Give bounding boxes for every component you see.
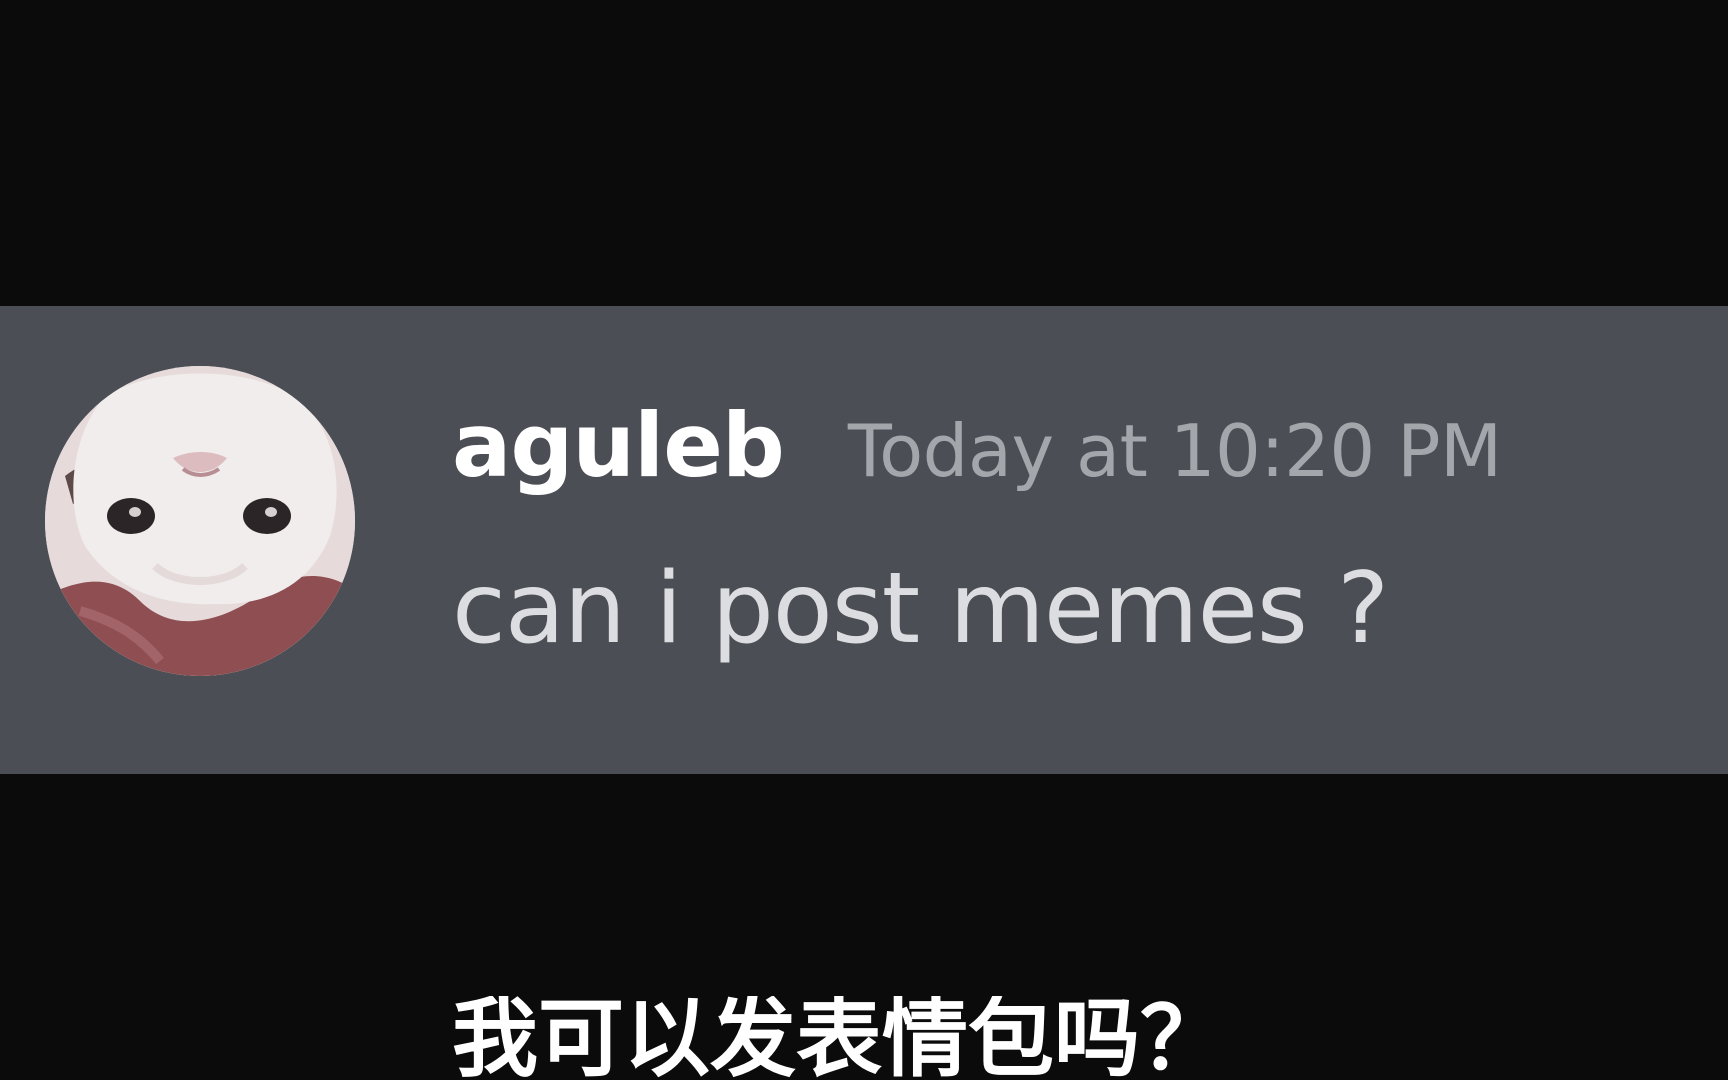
video-frame: aguleb Today at 10:20 PM can i post meme…: [0, 0, 1728, 1080]
cat-avatar-icon: [45, 366, 355, 676]
message-timestamp[interactable]: Today at 10:20 PM: [848, 415, 1502, 487]
chat-message[interactable]: aguleb Today at 10:20 PM can i post meme…: [0, 306, 1728, 1080]
message-header: aguleb Today at 10:20 PM: [452, 402, 1502, 490]
avatar[interactable]: [45, 366, 355, 676]
username[interactable]: aguleb: [452, 402, 785, 490]
message-text: can i post memes ?: [452, 552, 1389, 666]
translation-subtitle: 我可以发表情包吗？: [452, 996, 1226, 1080]
